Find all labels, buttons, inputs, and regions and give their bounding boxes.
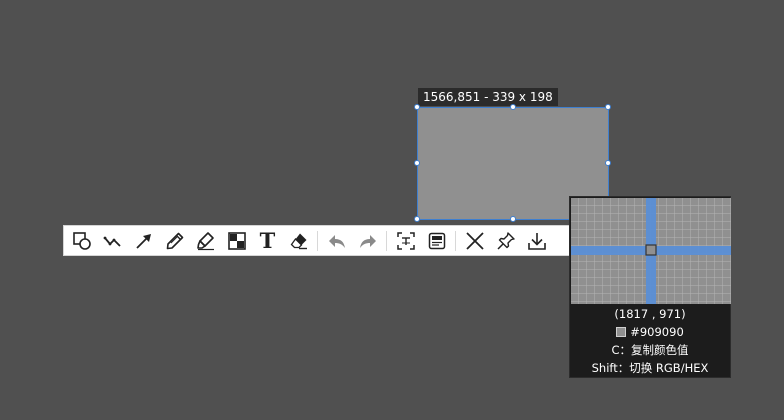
close-icon <box>465 231 484 250</box>
color-hex: #909090 <box>630 325 684 339</box>
copy-color-hint: C：复制颜色值 <box>611 343 689 357</box>
close-button[interactable] <box>459 226 490 255</box>
color-swatch <box>616 326 627 337</box>
ocr-icon <box>396 231 415 250</box>
selection-size-label: 1566,851 - 339 x 198 <box>418 88 558 106</box>
cursor-coordinates: (1817 , 971) <box>614 307 686 321</box>
gif-icon <box>428 232 445 249</box>
polyline-icon <box>103 236 121 247</box>
highlighter-tool[interactable] <box>190 226 221 255</box>
resize-handle-top-right[interactable] <box>605 104 611 110</box>
switch-format-hint: Shift：切换 RGB/HEX <box>591 361 709 375</box>
toolbar-separator <box>455 230 456 251</box>
resize-handle-bottom[interactable] <box>510 216 516 222</box>
text-tool[interactable]: T <box>252 226 283 255</box>
mosaic-tool[interactable] <box>221 226 252 255</box>
undo-icon <box>328 234 345 248</box>
redo-icon <box>359 234 376 248</box>
arrow-tool[interactable] <box>128 226 159 255</box>
magnifier-zoom <box>571 198 731 304</box>
pencil-tool[interactable] <box>159 226 190 255</box>
resize-handle-top-left[interactable] <box>414 104 420 110</box>
color-value-row: #909090 <box>570 323 730 341</box>
undo-button[interactable] <box>321 226 352 255</box>
resize-handle-left[interactable] <box>414 160 420 166</box>
polyline-tool[interactable] <box>97 226 128 255</box>
pin-button[interactable] <box>490 226 521 255</box>
redo-button[interactable] <box>352 226 383 255</box>
shape-tool[interactable] <box>66 226 97 255</box>
screenshot-canvas[interactable]: 1566,851 - 339 x 198 T (1817 , 971) #909… <box>0 0 784 420</box>
eraser-icon <box>290 233 307 249</box>
ocr-button[interactable] <box>390 226 421 255</box>
center-pixel <box>645 244 657 256</box>
gif-button[interactable] <box>421 226 452 255</box>
pencil-icon <box>166 232 183 249</box>
magnifier-info: (1817 , 971) #909090 C：复制颜色值 Shift：切换 RG… <box>570 305 730 377</box>
toolbar-separator <box>317 230 318 251</box>
toolbar-separator <box>386 230 387 251</box>
text-icon: T <box>259 227 276 253</box>
annotation-toolbar: T <box>63 225 583 256</box>
save-button[interactable] <box>521 226 552 255</box>
magnifier-panel: (1817 , 971) #909090 C：复制颜色值 Shift：切换 RG… <box>569 196 731 378</box>
pin-icon <box>496 231 515 250</box>
highlighter-icon <box>196 231 214 250</box>
resize-handle-bottom-left[interactable] <box>414 216 420 222</box>
arrow-icon <box>135 233 151 249</box>
resize-handle-right[interactable] <box>605 160 611 166</box>
mosaic-icon <box>227 231 246 250</box>
download-icon <box>527 232 546 250</box>
resize-handle-top[interactable] <box>510 104 516 110</box>
shapes-icon <box>72 231 91 250</box>
eraser-tool[interactable] <box>283 226 314 255</box>
